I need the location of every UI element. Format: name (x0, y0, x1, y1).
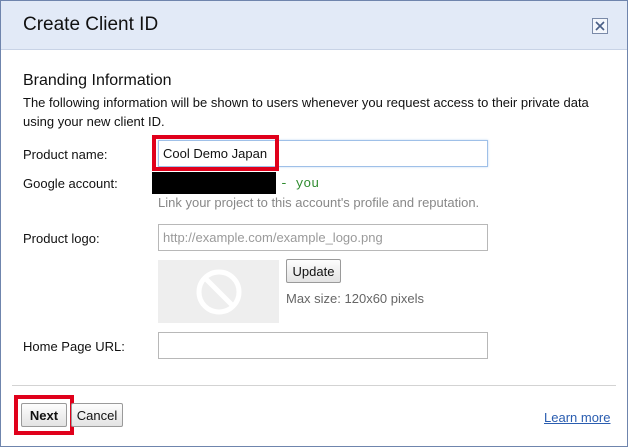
logo-preview (158, 260, 279, 323)
update-button[interactable]: Update (286, 259, 341, 283)
google-account-label: Google account: (23, 176, 118, 191)
no-image-icon (196, 269, 242, 315)
branding-description: The following information will be shown … (23, 95, 589, 129)
product-name-input[interactable] (158, 140, 488, 167)
create-client-id-dialog: Create Client ID Branding Information Th… (0, 0, 628, 447)
product-name-label: Product name: (23, 147, 108, 162)
close-icon (595, 21, 605, 31)
branding-heading: Branding Information (23, 72, 172, 89)
next-button[interactable]: Next (21, 403, 67, 427)
dialog-title-bar: Create Client ID (1, 1, 627, 50)
learn-more-link[interactable]: Learn more (544, 410, 610, 425)
product-logo-label: Product logo: (23, 231, 100, 246)
home-page-url-input[interactable] (158, 332, 488, 359)
dialog-title: Create Client ID (23, 14, 159, 35)
redacted-account (152, 172, 276, 194)
google-account-hint: Link your project to this account's prof… (158, 195, 480, 210)
home-page-url-label: Home Page URL: (23, 339, 125, 354)
google-account-you: - you (280, 176, 320, 191)
max-size-text: Max size: 120x60 pixels (286, 291, 425, 306)
close-button[interactable] (592, 18, 608, 34)
cancel-button[interactable]: Cancel (71, 403, 123, 427)
product-logo-input[interactable] (158, 224, 488, 251)
footer-divider (12, 385, 616, 386)
